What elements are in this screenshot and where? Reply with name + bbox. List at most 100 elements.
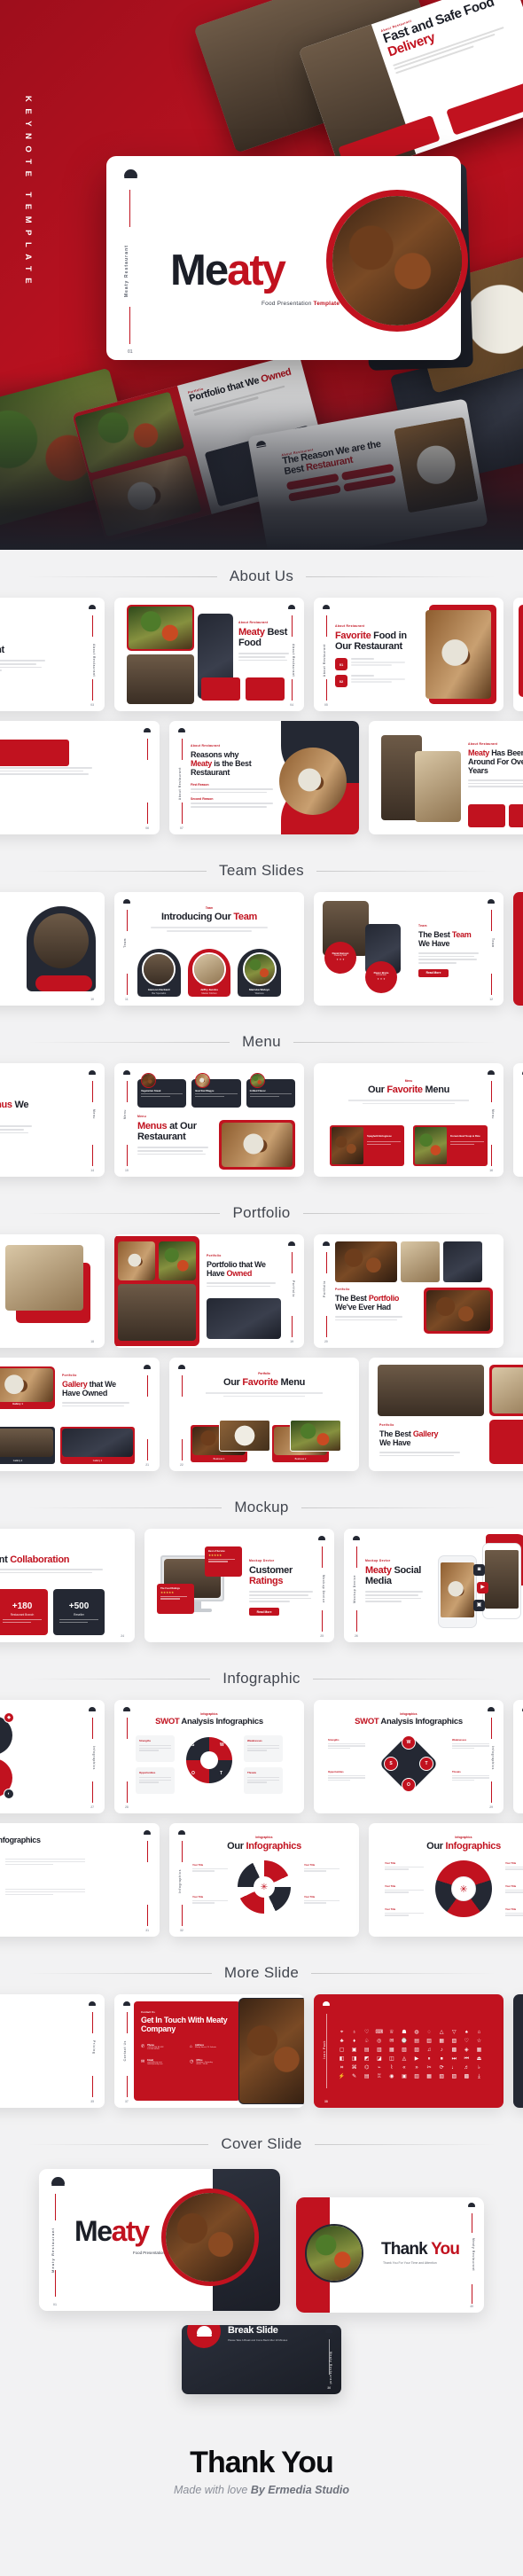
slide-20-years[interactable]: About Restaurant Meaty Has Been Around F… bbox=[369, 721, 523, 834]
section-divider-right bbox=[302, 1212, 497, 1214]
slide-side-label: Contact Us bbox=[123, 2040, 127, 2062]
rail-decoration bbox=[129, 307, 131, 344]
swot-badge: W bbox=[402, 1735, 416, 1750]
slide-best-team[interactable]: Renal Hanson Cleaning Staff ✦ ✦ ✦ Pawer … bbox=[314, 892, 503, 1006]
slide-eyebrow: Infographics bbox=[200, 1712, 218, 1716]
slide-get-in-touch[interactable]: Contact Us Contact Us Get In Touch With … bbox=[114, 1994, 304, 2108]
slide-pricing-table[interactable]: Pricing Table Premium $90/month Best Tas… bbox=[0, 1994, 105, 2108]
menu-item-name: Vegetarian Steak bbox=[141, 1089, 161, 1092]
slide-title: Our Favorite Menu bbox=[222, 1377, 306, 1388]
menu-item-card[interactable]: Beef Eat Wagyu bbox=[191, 1073, 241, 1108]
team-member-card[interactable]: Jeffry Jacobs Master Kitchen bbox=[187, 949, 231, 997]
cloche-icon bbox=[325, 2329, 332, 2334]
more-slide-row: Pricing Table Premium $90/month Best Tas… bbox=[0, 1994, 523, 2118]
slide-best-gallery[interactable]: Portfolio The Best Gallery We Have 23 bbox=[369, 1358, 523, 1471]
slide-our-favorite-menu[interactable]: Menu Our Favorite Menu Spaghetti Bologne… bbox=[314, 1063, 503, 1177]
read-more-button[interactable]: Read More bbox=[418, 968, 449, 977]
section-divider-right bbox=[314, 2143, 496, 2145]
break-slide-row: Break Slide Please Take A Break and Come… bbox=[0, 2313, 523, 2394]
slide-our-infographics-petal[interactable]: Infographics Infographics Our Infographi… bbox=[169, 1823, 359, 1937]
slide-menus-at-our-restaurant[interactable]: Menu Vegetarian Steak Beef Eat Wagyu Gri… bbox=[114, 1063, 304, 1177]
gallery-caption: Business 2 bbox=[294, 1458, 307, 1460]
slide-restaurant-collaboration[interactable]: Mockup Device Restaurant Collaboration +… bbox=[0, 1529, 135, 1642]
section-divider-left bbox=[27, 1212, 221, 1214]
slide-title: Portfolio that We Have Owned bbox=[207, 1259, 266, 1278]
gallery-caption: Business 1 bbox=[213, 1458, 225, 1460]
slide-our-restaurant[interactable]: Our Restaurant 18 bbox=[0, 1234, 105, 1348]
slide-our-team-partial[interactable]: 10 bbox=[0, 892, 105, 1006]
slide-cover-main[interactable]: Meaty Restaurant Meaty Food Presentation… bbox=[39, 2169, 280, 2311]
favorite-menu-card[interactable]: Spaghetti Bolognese bbox=[330, 1125, 404, 1166]
phone-mockup bbox=[438, 1555, 477, 1628]
slide-the-food[interactable]: About Restaurant The Food 06 bbox=[0, 721, 160, 834]
slide-various-desserts[interactable]: Menu Various Desserts Read More 17 bbox=[513, 1063, 523, 1177]
slide-introducing-our-team[interactable]: Team Team Introducing Our Team Hanson De… bbox=[114, 892, 304, 1006]
slide-side-label: About Restaurant bbox=[92, 644, 96, 677]
slide-meaty-best-food[interactable]: About Restaurant About Restaurant Meaty … bbox=[114, 598, 304, 711]
contact-value: Meaty Street, 21 Jakarta bbox=[195, 2047, 216, 2049]
cloche-icon bbox=[288, 1241, 295, 1247]
slide-our-chef[interactable]: 13 bbox=[513, 892, 523, 1006]
slide-icon-pack-dark[interactable]: ⇤▣◫◧◨◩ ▢▣▤▥▦▧ A+A-⌖♁◉◎ ⌂⌗⌘⌬▨▩ ▢▢▢▢▢▢ ◀◆▶… bbox=[513, 1994, 523, 2108]
section-divider-right bbox=[316, 870, 496, 872]
swot-label: Opportunities bbox=[328, 1771, 344, 1773]
slide-side-label: Mockup Device bbox=[353, 1575, 356, 1603]
instagram-icon: ◙ bbox=[473, 1564, 485, 1576]
slide-thank-you[interactable]: Thank You Thank You For Your Time and At… bbox=[296, 2197, 484, 2313]
menu-item-card[interactable]: Grilled Flavor bbox=[246, 1073, 295, 1108]
slide-icon-pack-red[interactable]: Icon Pack ⌖ ♁ ♡ ⌨ ♕ ☗ ◍ ◌ △ ▽ ♠ ⌂ ♣ ♦ ♤ ◎ ✉ ⌚ ▤ ▥ ▦ ▧ ♡ ☆ ▢ ▣ ▤ ▥… bbox=[314, 1994, 503, 2108]
slide-favorite-menu-portfolio[interactable]: Portfolio Our Favorite Menu Business 1 B… bbox=[169, 1358, 359, 1471]
slide-title: Reasons why Meaty is the Best Restaurant bbox=[191, 749, 252, 777]
cover-food-circle bbox=[161, 2188, 259, 2286]
slide-title: Get In Touch With Meaty Company bbox=[141, 2016, 228, 2034]
social-icons[interactable]: ✦ ✦ ✦ bbox=[365, 977, 397, 981]
info-label: Your Title bbox=[505, 1862, 517, 1865]
slide-best-portfolio[interactable]: Portfolio Portfolio The Best Portfolio W… bbox=[314, 1234, 503, 1348]
contact-panel: Contact Us Get In Touch With Meaty Compa… bbox=[134, 2001, 240, 2101]
slide-customer-ratings[interactable]: Best of Service ★★★★★ The Food Ratings ★… bbox=[144, 1529, 334, 1642]
cover-slide-row: Meaty Restaurant Meaty Food Presentation… bbox=[0, 2165, 523, 2313]
slide-side-label: Team bbox=[491, 938, 495, 948]
swot-letter: S bbox=[191, 1742, 195, 1748]
slide-favorite-food[interactable]: About Restaurant About Restaurant Favori… bbox=[314, 598, 503, 711]
slide-gallery-owned[interactable]: Gallery 1 Portfolio Gallery that We Have… bbox=[0, 1358, 160, 1471]
slide-infographics-petals[interactable]: ✳ ◉ ◈ ◎ ◐ Infographics 27 bbox=[0, 1700, 105, 1813]
favorite-menu-card[interactable]: Korean Beef Soup & Rice bbox=[413, 1125, 488, 1166]
slide-title: Pricing Table bbox=[0, 2016, 23, 2026]
read-more-button[interactable]: Read More bbox=[249, 1608, 279, 1617]
menu-item-thumb bbox=[141, 1073, 156, 1088]
team-member-card[interactable]: Mariska Waluyo Waitress bbox=[238, 949, 282, 997]
cloche-icon bbox=[468, 2203, 475, 2208]
slide-swot-donut[interactable]: Infographics SWOT Analysis Infographics … bbox=[114, 1700, 304, 1813]
slide-eyebrow: Infographics bbox=[400, 1712, 418, 1716]
slide-eyebrow: Mockup Device bbox=[0, 1548, 110, 1552]
hero-subtitle: Food Presentation Template bbox=[262, 301, 340, 307]
slide-swot-diamond[interactable]: Infographics SWOT Analysis Infographics … bbox=[314, 1700, 503, 1813]
slide-page-number: 22 bbox=[180, 1463, 183, 1467]
section-title: Portfolio bbox=[232, 1204, 291, 1221]
break-subtitle: Please Take A Break and Come Back After … bbox=[228, 2338, 288, 2342]
address-icon: ⌂ bbox=[190, 2044, 193, 2050]
slide-swot-arrows[interactable]: SWOT Analysis ➦ ➦ 30 bbox=[513, 1700, 523, 1813]
slide-some-menus[interactable]: Menu Some of the Menus We Provide Read M… bbox=[0, 1063, 105, 1177]
menu-item-thumb bbox=[249, 1073, 265, 1088]
slide-reasons-why[interactable]: About Restaurant About Restaurant Reason… bbox=[169, 721, 359, 834]
slide-meaty-social-media[interactable]: Mockup Device Mockup Device Meaty Social… bbox=[344, 1529, 523, 1642]
badge-food-ratings: The Food Ratings ★★★★★ bbox=[157, 1584, 194, 1614]
cloche-icon bbox=[488, 1070, 495, 1076]
slide-portfolio-owned[interactable]: Portfolio Portfolio that We Have Owned P… bbox=[114, 1234, 304, 1348]
slide-side-label: Menu bbox=[491, 1109, 495, 1120]
slide-about-partial[interactable] bbox=[513, 598, 523, 711]
team-member-card[interactable]: Hanson Deckard Bar Specialist bbox=[137, 949, 181, 997]
slide-our-infographics-wheel[interactable]: Infographics Our Infographics ✳ Your Tit… bbox=[369, 1823, 523, 1937]
social-icons[interactable]: ✦ ✦ ✦ bbox=[324, 958, 356, 961]
menu-item-card[interactable]: Vegetarian Steak bbox=[137, 1073, 187, 1108]
hero-banner: KEYNOTE TEMPLATE About Restaurant Fast a… bbox=[0, 0, 523, 550]
slide-infographics-hex[interactable]: Our Infographics W T 31 bbox=[0, 1823, 160, 1937]
slide-title: Meaty Best Food bbox=[238, 626, 288, 648]
slide-side-label: Infographics bbox=[92, 1746, 96, 1770]
slide-page-number: 25 bbox=[320, 1634, 324, 1638]
slide-welcome[interactable]: About Restaurant About Restaurant Welcom… bbox=[0, 598, 105, 711]
team-member-role: Waitress bbox=[254, 992, 264, 995]
slide-break[interactable]: Break Slide Please Take A Break and Come… bbox=[182, 2325, 341, 2394]
